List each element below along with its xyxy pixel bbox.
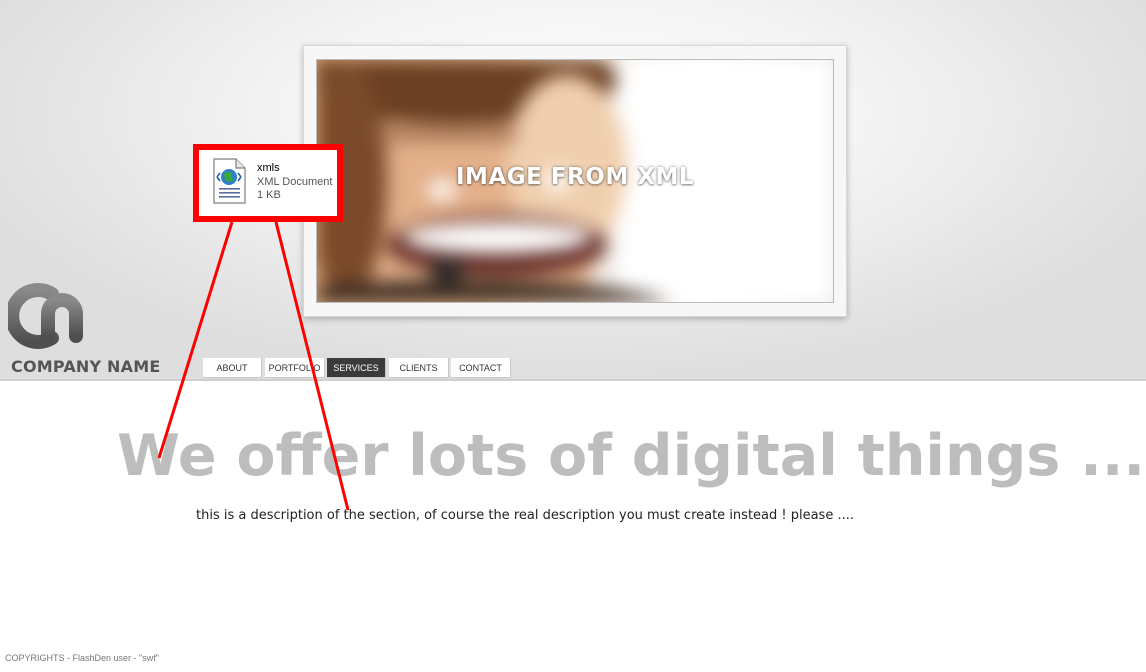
file-size: 1 KB (257, 189, 281, 201)
company-logo[interactable] (5, 280, 100, 350)
hero-caption: IMAGE FROM XML (456, 164, 694, 190)
nav-item-services[interactable]: SERVICES (327, 358, 386, 378)
nav-item-contact[interactable]: CONTACT (451, 358, 511, 378)
xml-document-icon (209, 156, 249, 206)
file-type: XML Document (257, 176, 333, 188)
section-description: this is a description of the section, of… (196, 508, 854, 523)
nav-item-clients[interactable]: CLIENTS (389, 358, 449, 378)
company-name: COMPANY NAME (11, 357, 161, 376)
xml-file-callout[interactable]: xmls XML Document 1 KB (193, 144, 343, 222)
hero-frame: IMAGE FROM XML (303, 45, 847, 317)
header-divider (0, 379, 1146, 381)
section-headline: We offer lots of digital things ... (117, 423, 1146, 489)
file-name: xmls (257, 162, 280, 174)
hero-image: IMAGE FROM XML (316, 59, 834, 303)
nav-item-about[interactable]: ABOUT (203, 358, 262, 378)
nav-item-portfolio[interactable]: PORTFOLIO (265, 358, 325, 378)
copyright-text: COPYRIGHTS - FlashDen user - "swf" (5, 653, 159, 663)
